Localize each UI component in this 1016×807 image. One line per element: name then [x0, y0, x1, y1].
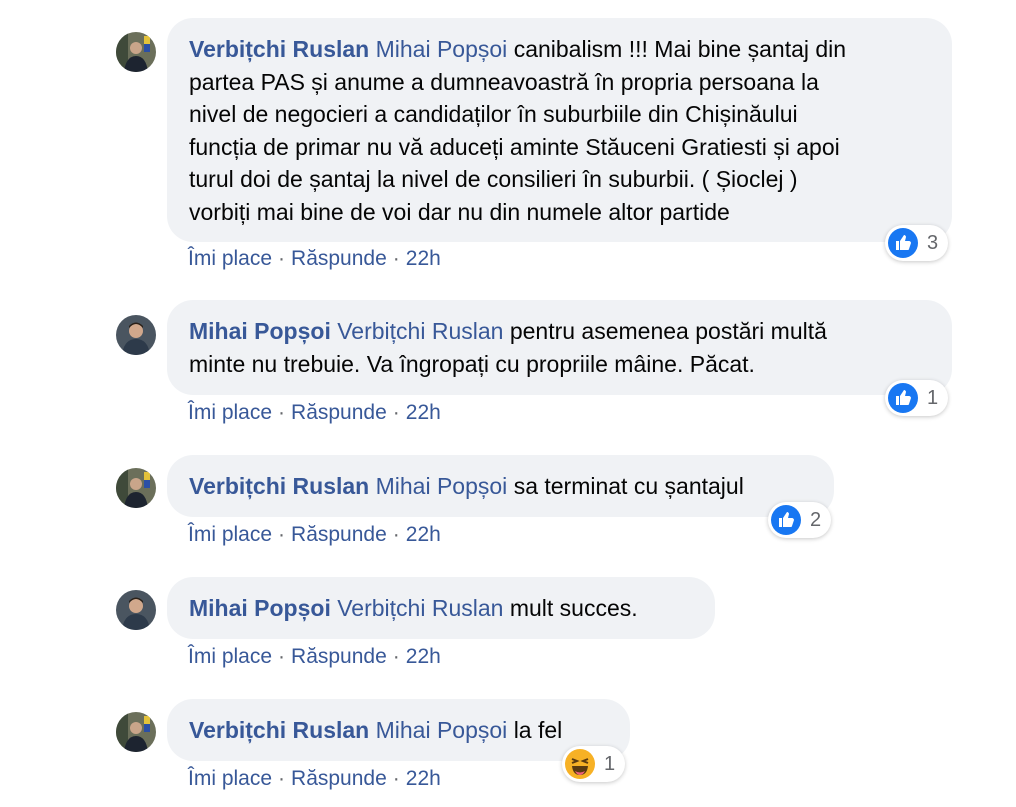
- avatar[interactable]: [116, 32, 156, 72]
- reaction-badge[interactable]: 1: [562, 746, 626, 782]
- comment-mention[interactable]: Verbițchi Ruslan: [337, 595, 503, 621]
- timestamp-link[interactable]: 22h: [406, 523, 441, 546]
- separator: ·: [392, 523, 400, 546]
- separator: ·: [392, 247, 400, 270]
- separator: ·: [278, 645, 286, 668]
- separator: ·: [278, 247, 286, 270]
- comment-actions: Îmi place · Răspunde · 22h: [188, 645, 441, 669]
- reply-link[interactable]: Răspunde: [291, 401, 387, 424]
- comment-author[interactable]: Mihai Popșoi: [189, 595, 331, 621]
- reaction-count: 3: [927, 231, 939, 254]
- comment-bubble: Verbițchi Ruslan Mihai Popșoi la fel: [167, 699, 630, 761]
- comment-text-line: pentru asemenea postări multă: [509, 318, 827, 344]
- comment-actions: Îmi place · Răspunde · 22h: [188, 401, 441, 425]
- comment-bubble: Mihai Popșoi Verbițchi Ruslan mult succe…: [167, 577, 715, 639]
- avatar[interactable]: [116, 468, 156, 508]
- separator: ·: [278, 401, 286, 424]
- reaction-count: 1: [604, 752, 616, 775]
- reaction-count: 2: [810, 508, 822, 531]
- reaction-count: 1: [927, 386, 939, 409]
- separator: ·: [392, 767, 400, 790]
- comment-thread: Verbițchi Ruslan Mihai Popșoi canibalism…: [0, 0, 1016, 807]
- separator: ·: [278, 767, 286, 790]
- comment-bubble: Verbițchi Ruslan Mihai Popșoi sa termina…: [167, 455, 834, 517]
- haha-icon: [565, 749, 595, 779]
- like-link[interactable]: Îmi place: [188, 767, 272, 790]
- like-link[interactable]: Îmi place: [188, 401, 272, 424]
- comment-mention[interactable]: Mihai Popșoi: [376, 36, 508, 62]
- comment-text-line: nivel de negocieri a candidaților în sub…: [189, 101, 798, 127]
- comment-text-line: turul doi de șantaj la nivel de consilie…: [189, 166, 798, 192]
- timestamp-link[interactable]: 22h: [406, 645, 441, 668]
- like-link[interactable]: Îmi place: [188, 247, 272, 270]
- comment-text-line: vorbiți mai bine de voi dar nu din numel…: [189, 198, 730, 225]
- timestamp-link[interactable]: 22h: [406, 767, 441, 790]
- avatar[interactable]: [116, 712, 156, 752]
- like-icon: [888, 228, 918, 258]
- comment-text-line: funcția de primar nu vă aduceți aminte S…: [189, 133, 840, 160]
- reply-link[interactable]: Răspunde: [291, 645, 387, 668]
- comment-text-line: mult succes.: [509, 595, 638, 621]
- separator: ·: [278, 523, 286, 546]
- comment-author[interactable]: Verbițchi Ruslan: [189, 717, 369, 743]
- comment-author[interactable]: Mihai Popșoi: [189, 318, 331, 344]
- comment-bubble: Mihai Popșoi Verbițchi Ruslan pentru ase…: [167, 300, 952, 395]
- comment-text-line: la fel: [513, 717, 563, 743]
- avatar[interactable]: [116, 315, 156, 355]
- reply-link[interactable]: Răspunde: [291, 523, 387, 546]
- reaction-badge[interactable]: 2: [768, 502, 832, 538]
- separator: ·: [392, 401, 400, 424]
- timestamp-link[interactable]: 22h: [406, 247, 441, 270]
- comment-mention[interactable]: Verbițchi Ruslan: [337, 318, 503, 344]
- comment-mention[interactable]: Mihai Popșoi: [376, 717, 508, 743]
- comment-mention[interactable]: Mihai Popșoi: [376, 473, 508, 499]
- comment-text-line: sa terminat cu șantajul: [513, 473, 744, 499]
- separator: ·: [392, 645, 400, 668]
- reply-link[interactable]: Răspunde: [291, 767, 387, 790]
- reaction-badge[interactable]: 1: [885, 380, 949, 416]
- comment-text-line: minte nu trebuie. Va îngropați cu propri…: [189, 350, 755, 377]
- like-icon: [888, 383, 918, 413]
- reply-link[interactable]: Răspunde: [291, 247, 387, 270]
- comment-text-line: canibalism !!! Mai bine șantaj din: [513, 36, 847, 62]
- comment-actions: Îmi place · Răspunde · 22h: [188, 767, 441, 791]
- reaction-badge[interactable]: 3: [885, 225, 949, 261]
- avatar[interactable]: [116, 590, 156, 630]
- timestamp-link[interactable]: 22h: [406, 401, 441, 424]
- comment-bubble: Verbițchi Ruslan Mihai Popșoi canibalism…: [167, 18, 952, 242]
- like-link[interactable]: Îmi place: [188, 645, 272, 668]
- comment-author[interactable]: Verbițchi Ruslan: [189, 473, 369, 499]
- comment-actions: Îmi place · Răspunde · 22h: [188, 523, 441, 547]
- comment-author[interactable]: Verbițchi Ruslan: [189, 36, 369, 62]
- like-icon: [771, 505, 801, 535]
- like-link[interactable]: Îmi place: [188, 523, 272, 546]
- comment-actions: Îmi place · Răspunde · 22h: [188, 247, 441, 271]
- comment-text-line: partea PAS și anume a dumneavoastră în p…: [189, 68, 819, 95]
